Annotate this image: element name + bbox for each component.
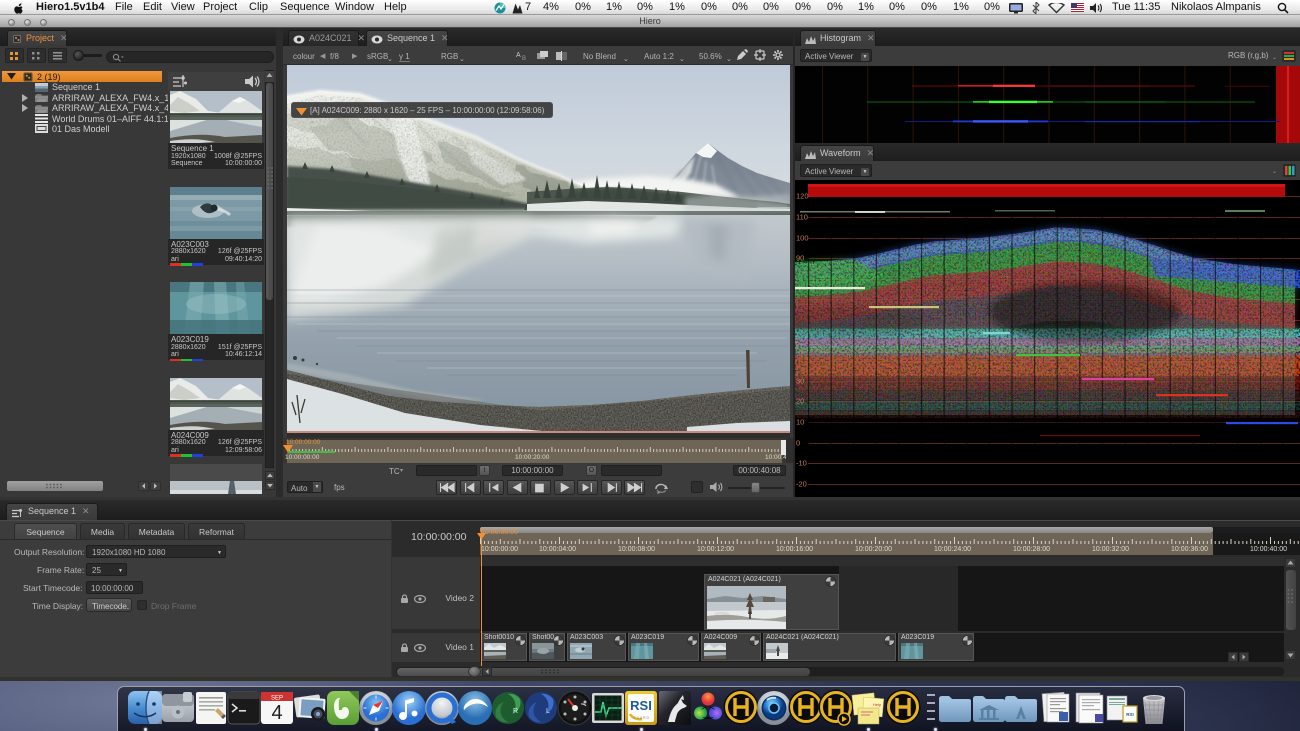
svg-text:L: L (546, 708, 550, 715)
svg-text:120: 120 (796, 192, 809, 201)
svg-text:-10: -10 (796, 459, 807, 468)
svg-text:90: 90 (796, 254, 804, 263)
svg-text:RSI: RSI (1126, 712, 1134, 717)
svg-text:100: 100 (796, 234, 809, 243)
svg-text:G U A R D: G U A R D (633, 716, 650, 720)
svg-text:A: A (516, 52, 521, 59)
svg-text:0: 0 (796, 439, 800, 448)
svg-text:30: 30 (796, 377, 804, 386)
svg-text:10: 10 (796, 418, 804, 427)
svg-text:RSI: RSI (630, 698, 652, 713)
svg-text:4: 4 (271, 702, 282, 724)
svg-text:B: B (522, 56, 526, 61)
svg-text:110: 110 (796, 213, 808, 222)
svg-text:R: R (513, 708, 518, 715)
svg-text:SEP: SEP (271, 696, 283, 702)
svg-text:-20: -20 (796, 480, 807, 489)
svg-text:20: 20 (796, 397, 804, 406)
svg-text:Help: Help (873, 702, 882, 707)
